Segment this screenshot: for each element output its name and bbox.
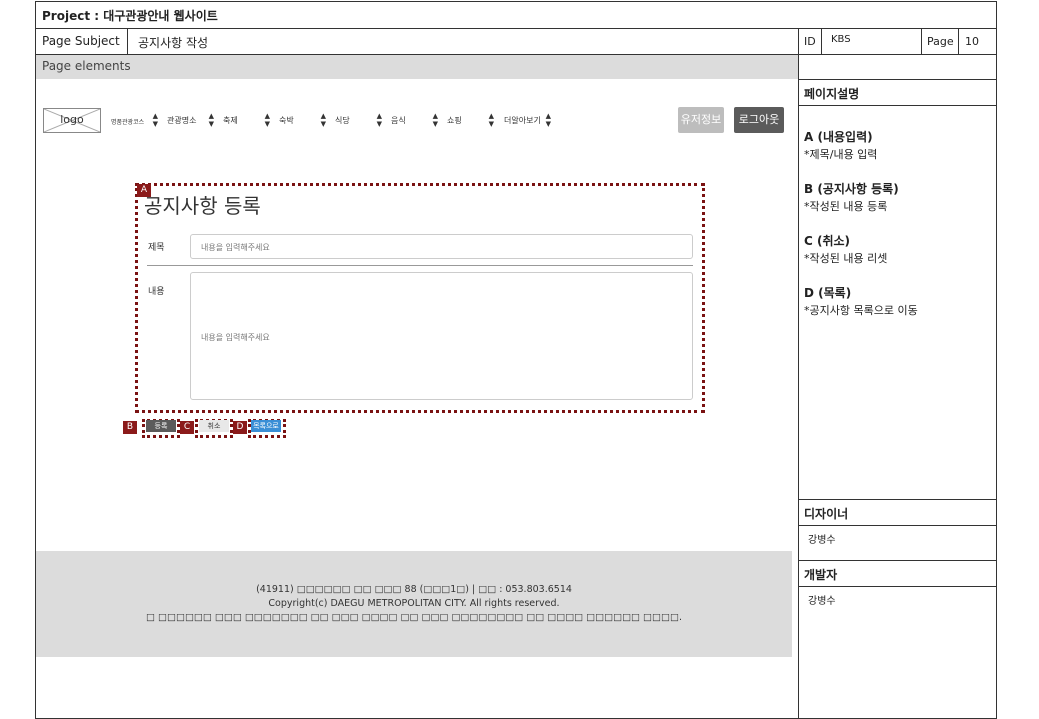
divider [798,586,997,587]
register-button[interactable]: 등록 [146,420,176,432]
nav-select-shopping[interactable]: 쇼핑 ▲ ▼ [447,110,494,132]
content-textarea[interactable]: 내용을 입력해주세요 [190,272,693,400]
divider [921,28,922,54]
list-button[interactable]: 목록으로 [251,420,281,432]
nav-label: 음식 [391,116,406,125]
desc-item-a-text: *제목/내용 입력 [804,148,878,161]
divider [798,560,997,561]
nav-select-course[interactable]: 명품관광코스 ▲ ▼ [111,110,158,132]
page-subject-label: Page Subject [42,34,120,48]
logout-button[interactable]: 로그아웃 [734,107,784,133]
divider [147,265,693,266]
subject-label: 제목 [148,243,165,253]
nav-select-food[interactable]: 음식 ▲ ▼ [391,110,438,132]
nav-select-restaurant[interactable]: 식당 ▲ ▼ [335,110,382,132]
nav-label: 더알아보기 [504,116,541,125]
updown-icon: ▲ ▼ [432,112,438,128]
annotation-tag-d: D [233,421,247,434]
content-placeholder: 내용을 입력해주세요 [201,333,270,342]
developer-name: 강병수 [808,596,836,607]
nav-select-festival[interactable]: 축제 ▲ ▼ [223,110,270,132]
divider [798,79,997,80]
divider [127,28,128,54]
desc-item-b-text: *작성된 내용 등록 [804,200,888,213]
updown-icon: ▲ ▼ [488,112,494,128]
cancel-button[interactable]: 취소 [199,420,229,432]
desc-item-c-text: *작성된 내용 리셋 [804,252,888,265]
designer-name: 강병수 [808,535,836,546]
divider [821,28,822,54]
nav-label: 관광명소 [167,116,197,125]
annotation-tag-b: B [123,421,137,434]
developer-title: 개발자 [804,568,838,582]
nav-select-attractions[interactable]: 관광명소 ▲ ▼ [167,110,214,132]
desc-item-b-title: B (공지사항 등록) [804,182,899,196]
nav-label: 숙박 [279,116,294,125]
updown-icon: ▲ ▼ [320,112,326,128]
desc-item-a-title: A (내용입력) [804,130,873,144]
footer-notice: □ □□□□□□ □□□ □□□□□□□ □□ □□□ □□□□ □□ □□□ … [146,612,682,623]
page-description-title: 페이지설명 [804,87,860,101]
divider [35,28,997,29]
updown-icon: ▲ ▼ [152,112,158,128]
subject-input[interactable]: 내용을 입력해주세요 [190,234,693,259]
updown-icon: ▲ ▼ [545,112,551,128]
user-info-button[interactable]: 유저정보 [678,107,724,133]
page-subject: 공지사항 작성 [138,36,209,50]
designer-title: 디자이너 [804,507,849,521]
content-label: 내용 [148,287,165,297]
footer-copyright: Copyright(c) DAEGU METROPOLITAN CITY. Al… [268,598,560,609]
desc-item-c-title: C (취소) [804,234,851,248]
updown-icon: ▲ ▼ [208,112,214,128]
divider [798,499,997,500]
footer-address: (41911) □□□□□□ □□ □□□ 88 (□□□1□) | □□ : … [256,584,572,595]
nav-label: 쇼핑 [447,116,462,125]
divider [798,28,799,719]
nav-select-more[interactable]: 더알아보기 ▲ ▼ [504,110,551,132]
desc-item-d-title: D (목록) [804,286,852,300]
nav-select-lodging[interactable]: 숙박 ▲ ▼ [279,110,326,132]
form-title: 공지사항 등록 [144,194,261,218]
page-elements-bar [36,55,798,79]
annotation-tag-c: C [180,421,194,434]
nav-label: 축제 [223,116,238,125]
desc-item-d-text: *공지사항 목록으로 이동 [804,304,918,317]
page-number: 10 [965,35,979,48]
nav-label: 식당 [335,116,350,125]
subject-placeholder: 내용을 입력해주세요 [201,243,270,252]
updown-icon: ▲ ▼ [376,112,382,128]
updown-icon: ▲ ▼ [264,112,270,128]
divider [798,105,997,106]
logo[interactable]: logo [43,108,101,133]
page-elements-label: Page elements [42,59,131,73]
logo-text: logo [60,113,84,126]
project-title: Project : 대구관광안내 웹사이트 [42,9,218,23]
divider [958,28,959,54]
id-value: KBS [831,34,851,45]
page-label: Page [927,35,954,48]
id-label: ID [804,35,816,48]
nav-label: 명품관광코스 [111,119,145,126]
divider [798,525,997,526]
